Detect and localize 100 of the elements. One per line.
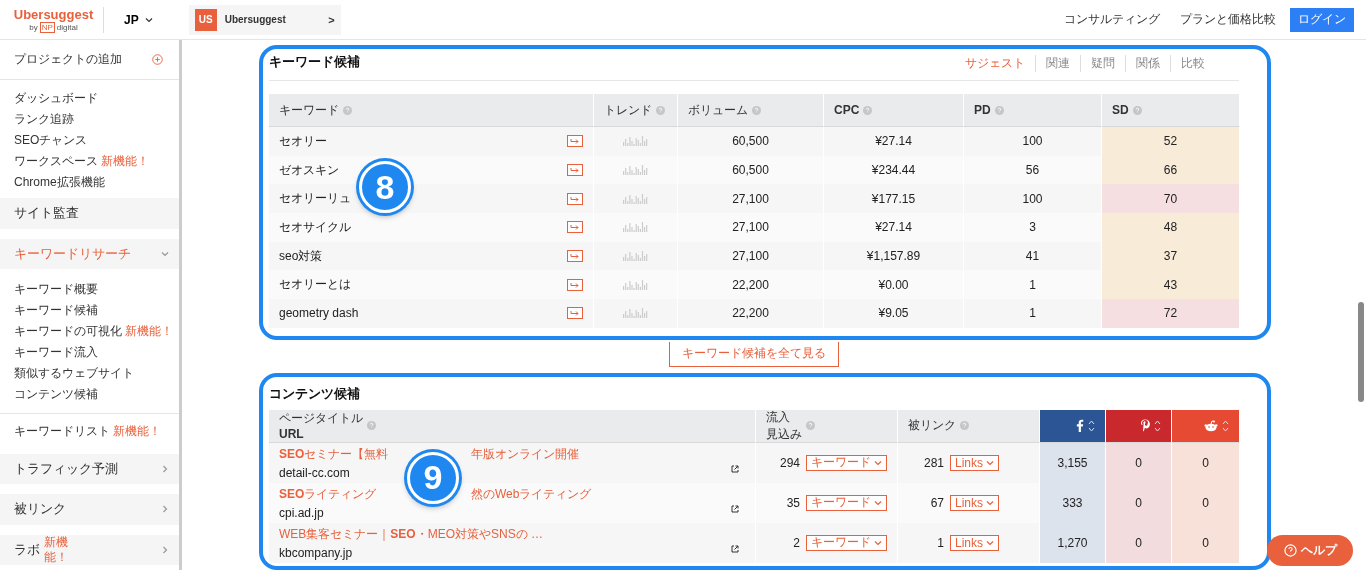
sidebar-item[interactable]: コンテンツ候補: [14, 386, 98, 404]
tab[interactable]: 疑問: [1080, 55, 1125, 72]
arrow-button-icon[interactable]: [567, 278, 583, 291]
volume-cell: 60,500: [732, 134, 769, 149]
tab[interactable]: 比較: [1170, 55, 1215, 72]
login-button[interactable]: ログイン: [1290, 7, 1354, 32]
column-header[interactable]: SD: [1102, 94, 1240, 127]
header-label: CPC: [834, 103, 860, 117]
sidebar-section[interactable]: 被リンク: [0, 494, 179, 525]
sidebar-item[interactable]: ダッシュボード: [14, 90, 98, 108]
sidebar-item[interactable]: キーワードリスト: [14, 422, 110, 440]
backlinks-cell: 1: [937, 535, 944, 550]
nav-link[interactable]: プランと価格比較: [1180, 11, 1276, 28]
plus-circle-icon[interactable]: [152, 54, 163, 66]
sd-cell: 72: [1102, 299, 1240, 328]
sidebar-item[interactable]: キーワードの可視化: [14, 323, 122, 341]
column-header[interactable]: トレンド: [594, 94, 678, 127]
volume-cell: 27,100: [732, 191, 769, 206]
volume-cell: 60,500: [732, 163, 769, 178]
help-icon: [1283, 544, 1297, 557]
new-label: 新機能！: [101, 153, 149, 171]
trend-sparkline: [622, 193, 649, 204]
new-label: 新機能！: [44, 535, 69, 565]
tab[interactable]: 関係: [1125, 55, 1170, 72]
arrow-button-icon[interactable]: [567, 192, 583, 205]
sidebar-item[interactable]: キーワード概要: [14, 281, 98, 299]
sidebar-item[interactable]: ワークスペース: [14, 153, 98, 171]
keyword-cell: セオリー: [279, 132, 327, 150]
chevron-down-icon: [986, 498, 994, 507]
sidebar-item[interactable]: 類似するウェブサイト: [14, 365, 134, 383]
backlinks-cell: 67: [930, 495, 944, 510]
social-header[interactable]: [1040, 409, 1106, 443]
pd-cell: 100: [1022, 134, 1043, 149]
keyword-dropdown[interactable]: キーワード: [806, 494, 887, 511]
keyword-dropdown[interactable]: キーワード: [806, 534, 887, 551]
sort-icon[interactable]: [1222, 418, 1229, 433]
external-link-icon[interactable]: [731, 504, 739, 513]
chevron-down-icon: [144, 15, 153, 24]
sort-icon[interactable]: [1154, 418, 1161, 433]
chevron-down-icon: [874, 538, 882, 547]
tab[interactable]: サジェスト: [955, 55, 1035, 72]
header-label: SD: [1112, 103, 1129, 117]
external-link-icon[interactable]: [731, 464, 739, 473]
keyword-dropdown[interactable]: キーワード: [806, 454, 887, 471]
column-header[interactable]: キーワード: [269, 94, 594, 127]
sd-cell: 52: [1102, 127, 1240, 156]
arrow-button-icon[interactable]: [567, 221, 583, 234]
sidebar-section[interactable]: サイト監査: [0, 198, 179, 229]
header-label: ボリューム: [688, 101, 748, 119]
sidebar-item[interactable]: キーワード候補: [14, 302, 98, 320]
sd-cell: 70: [1102, 184, 1240, 214]
logo-byline: digital: [56, 22, 78, 32]
keyword-cell: セオサイクル: [279, 218, 351, 236]
section-label: ラボ: [14, 540, 40, 559]
keyword-cell: ゼオスキン: [279, 161, 339, 179]
cpc-cell: ¥9.05: [878, 306, 909, 321]
view-all-button[interactable]: キーワード候補を全て見る: [669, 341, 839, 367]
sidebar-item[interactable]: ランク追跡: [14, 111, 74, 129]
arrow-button-icon[interactable]: [567, 250, 583, 263]
nav-link[interactable]: コンサルティング: [1064, 11, 1160, 28]
sidebar-item[interactable]: SEOチャンス: [14, 132, 88, 150]
traffic-cell: 294: [779, 455, 800, 470]
card-title: キーワード候補: [269, 53, 360, 71]
section-label: キーワードリサーチ: [14, 245, 131, 263]
column-header[interactable]: ボリューム: [678, 94, 824, 127]
pd-cell: 3: [1029, 220, 1036, 235]
country-selector[interactable]: JP: [118, 11, 159, 28]
links-dropdown[interactable]: Links: [950, 494, 999, 511]
add-project-link[interactable]: プロジェクトの追加: [14, 51, 122, 69]
share-count: 0: [1202, 535, 1209, 550]
header-label: キーワード: [279, 101, 339, 119]
header-label: 見込み: [766, 425, 802, 443]
header-label: 流入: [766, 408, 791, 426]
arrow-button-icon[interactable]: [567, 164, 583, 177]
arrow-button-icon[interactable]: [567, 307, 583, 320]
links-dropdown[interactable]: Links: [950, 454, 999, 471]
column-header[interactable]: PD: [964, 94, 1102, 127]
share-count: 333: [1062, 495, 1083, 510]
external-link-icon[interactable]: [731, 544, 739, 553]
trend-sparkline: [622, 165, 649, 176]
sort-icon[interactable]: [1088, 418, 1095, 433]
links-dropdown[interactable]: Links: [950, 534, 999, 551]
column-header[interactable]: CPC: [824, 94, 964, 127]
chevron-down-icon: [874, 498, 882, 507]
social-header[interactable]: [1172, 409, 1240, 443]
section-label: トラフィック予測: [14, 459, 118, 478]
arrow-button-icon[interactable]: [567, 135, 583, 148]
new-label: 新機能！: [125, 323, 173, 341]
share-count: 0: [1135, 495, 1142, 510]
reddit-icon: [1204, 419, 1218, 432]
sidebar-section[interactable]: トラフィック予測: [0, 453, 179, 485]
project-name: Ubersuggest: [224, 14, 287, 25]
sidebar-item[interactable]: キーワード流入: [14, 344, 98, 362]
sidebar-item[interactable]: Chrome拡張機能: [14, 174, 105, 192]
project-selector[interactable]: US Ubersuggest >: [188, 4, 341, 35]
social-header[interactable]: [1106, 409, 1172, 443]
cpc-cell: ¥27.14: [875, 220, 912, 235]
chevron-right-icon: [161, 464, 169, 473]
tab[interactable]: 関連: [1035, 55, 1080, 72]
scrollbar[interactable]: [1358, 302, 1364, 402]
